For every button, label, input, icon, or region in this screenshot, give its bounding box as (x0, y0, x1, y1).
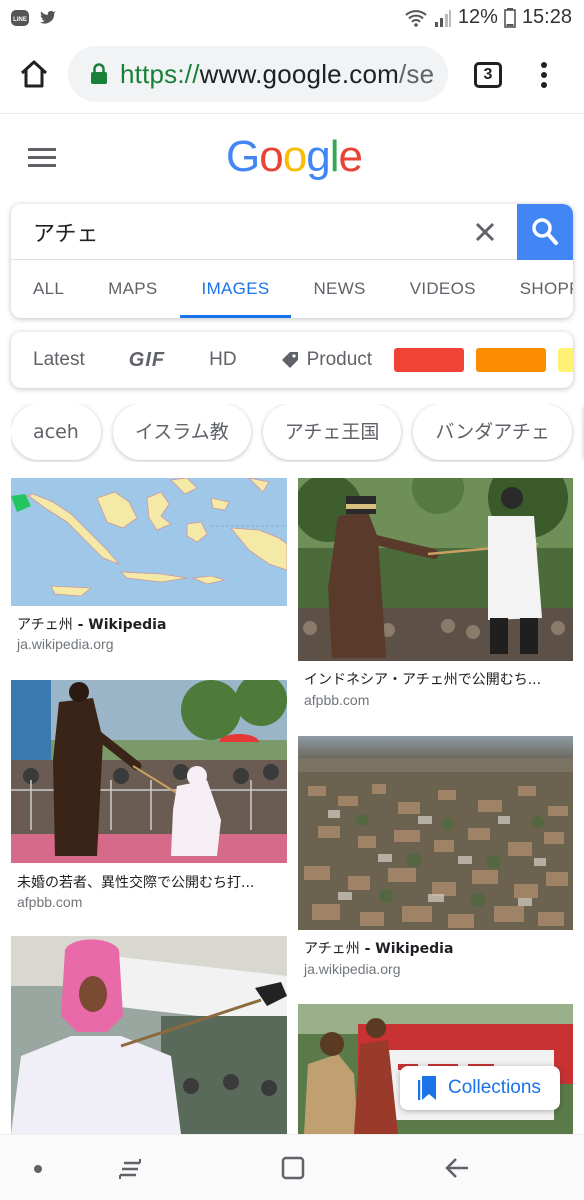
home-square-icon[interactable] (280, 1155, 306, 1181)
url-path: /se (398, 58, 435, 89)
clock: 15:28 (521, 6, 572, 28)
chip-islam[interactable]: イスラム教 (112, 404, 251, 460)
lock-icon (91, 63, 107, 84)
tab-shoppi[interactable]: SHOPPI (498, 260, 573, 318)
status-bar: LINE 12% 15:28 (0, 0, 584, 36)
result-thumbnail[interactable] (11, 936, 287, 1134)
filter-bar: Latest GIF HD Product (11, 332, 573, 388)
url-text: https://www.google.com/se (120, 59, 434, 90)
close-icon[interactable] (471, 218, 499, 246)
result-thumbnail[interactable] (11, 478, 287, 606)
search-input[interactable] (33, 214, 453, 250)
browser-toolbar: https://www.google.com/se 3 (0, 36, 584, 114)
result-card[interactable] (11, 936, 287, 1134)
related-chips: aceh イスラム教 アチェ王国 バンダアチェ (11, 404, 584, 462)
home-icon[interactable] (18, 58, 50, 90)
recent-apps-icon[interactable] (118, 1155, 144, 1181)
svg-text:LINE: LINE (13, 17, 27, 23)
battery-icon (504, 7, 516, 28)
search-button[interactable] (517, 204, 573, 260)
tab-switcher-button[interactable]: 3 (474, 62, 502, 88)
color-filter-red[interactable] (394, 348, 465, 372)
more-vert-icon[interactable] (536, 60, 552, 90)
dot-icon (34, 1165, 42, 1173)
search-card: ALLMAPSIMAGESNEWSVIDEOSSHOPPI (11, 204, 573, 318)
filter-gif[interactable]: GIF (107, 349, 187, 372)
result-title[interactable]: アチェ州 - Wikipedia (304, 938, 453, 958)
search-row (11, 204, 573, 260)
tab-maps[interactable]: MAPS (86, 260, 179, 318)
result-card[interactable]: インドネシア・アチェ州で公開むち... afpbb.com (298, 478, 573, 713)
color-filter-yellow[interactable] (558, 348, 573, 372)
result-card[interactable]: 未婚の若者、異性交際で公開むち打... afpbb.com (11, 680, 287, 915)
result-title[interactable]: 未婚の若者、異性交際で公開むち打... (17, 872, 254, 892)
result-thumbnail[interactable] (298, 736, 573, 930)
result-title-suffix: - Wikipedia (359, 941, 454, 957)
result-title[interactable]: インドネシア・アチェ州で公開むち... (304, 669, 541, 689)
google-logo[interactable]: Google (226, 132, 363, 182)
google-header: Google (0, 114, 584, 204)
back-icon[interactable] (444, 1155, 470, 1181)
result-source: ja.wikipedia.org (17, 636, 114, 652)
filter-latest[interactable]: Latest (11, 349, 107, 371)
search-tabs: ALLMAPSIMAGESNEWSVIDEOSSHOPPI (11, 260, 573, 318)
signal-icon (434, 9, 451, 27)
collections-label: Collections (448, 1077, 541, 1098)
logo-letter: o (259, 132, 284, 181)
filter-product-label: Product (306, 349, 373, 370)
result-title-suffix: - Wikipedia (72, 617, 167, 633)
chip-aceh[interactable]: aceh (11, 404, 101, 460)
result-source: ja.wikipedia.org (304, 961, 401, 977)
logo-letter: e (338, 132, 363, 181)
url-host: www.google.com (199, 58, 399, 89)
color-filter-orange[interactable] (476, 348, 547, 372)
logo-letter: G (226, 132, 260, 181)
wifi-icon (405, 9, 427, 27)
tab-images[interactable]: IMAGES (179, 260, 292, 318)
tab-all[interactable]: ALL (11, 260, 86, 318)
chip-banda-aceh[interactable]: バンダアチェ (413, 404, 572, 460)
twitter-icon (40, 10, 56, 24)
menu-icon[interactable] (28, 148, 58, 168)
result-source: afpbb.com (17, 894, 83, 910)
tab-videos[interactable]: VIDEOS (388, 260, 498, 318)
result-card[interactable]: アチェ州 - Wikipedia ja.wikipedia.org (298, 736, 573, 981)
search-icon (532, 218, 558, 245)
filter-hd[interactable]: HD (187, 349, 258, 371)
result-title-main: アチェ州 (304, 941, 360, 957)
filter-product[interactable]: Product (259, 349, 394, 371)
tab-news[interactable]: NEWS (291, 260, 387, 318)
result-title-main: アチェ州 (17, 617, 73, 633)
result-thumbnail[interactable] (11, 680, 287, 863)
result-title[interactable]: アチェ州 - Wikipedia (17, 614, 166, 634)
url-scheme: https:// (120, 58, 200, 89)
logo-letter: o (282, 132, 308, 181)
result-thumbnail[interactable] (298, 478, 573, 661)
system-nav-bar (0, 1134, 584, 1200)
result-card[interactable]: アチェ州 - Wikipedia ja.wikipedia.org (11, 478, 287, 658)
chip-aceh-kingdom[interactable]: アチェ王国 (262, 404, 402, 460)
line-icon: LINE (11, 10, 29, 26)
bookmark-icon (418, 1076, 436, 1100)
collections-button[interactable]: Collections (400, 1066, 560, 1110)
result-source: afpbb.com (304, 692, 370, 708)
logo-letter: g (306, 132, 331, 181)
address-bar[interactable]: https://www.google.com/se (68, 46, 448, 102)
battery-percent: 12% (457, 6, 498, 28)
tag-icon (281, 352, 298, 368)
